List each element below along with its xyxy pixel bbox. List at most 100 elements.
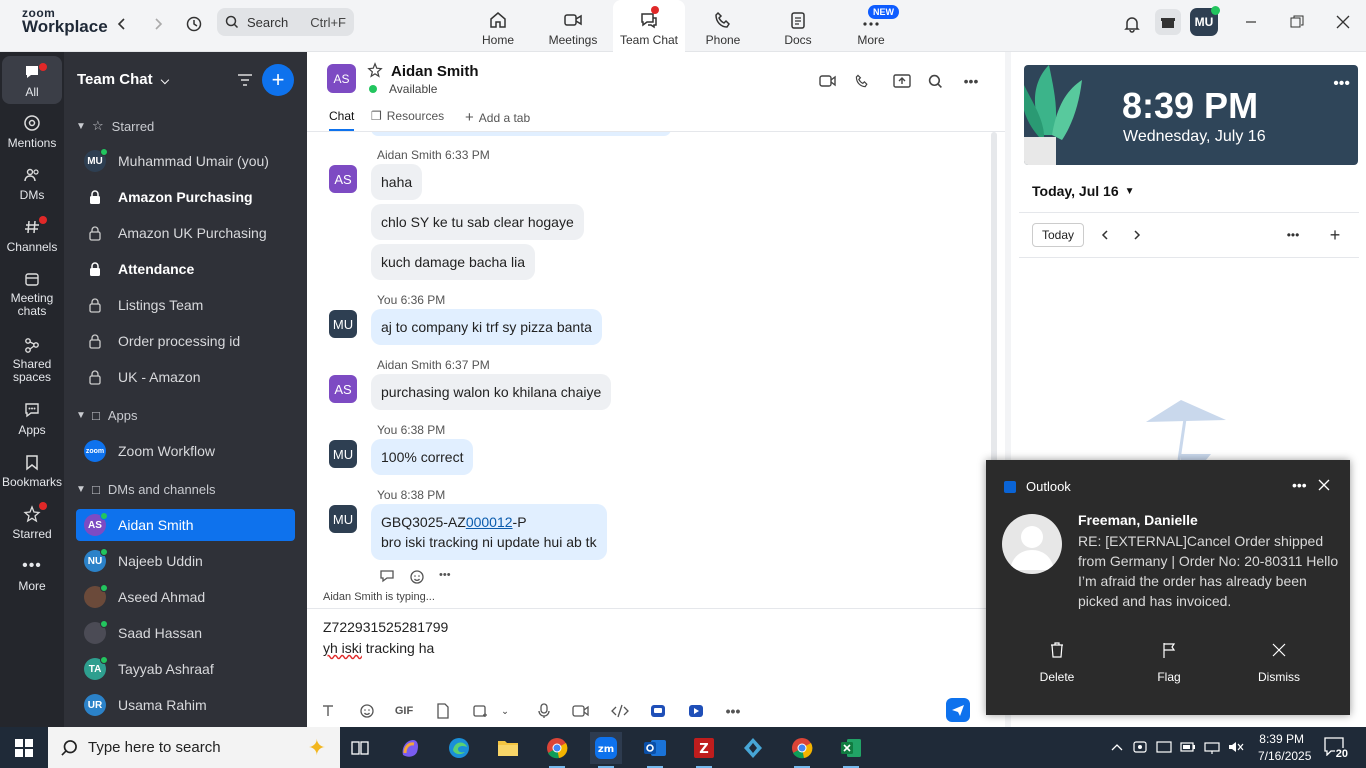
bell-icon[interactable] <box>1120 12 1144 36</box>
file-icon[interactable] <box>433 701 453 721</box>
emoji-icon[interactable] <box>357 701 377 721</box>
rail-apps[interactable]: Apps <box>2 397 62 437</box>
avatar[interactable]: AS <box>329 375 357 403</box>
more-options-icon[interactable]: ••• <box>1333 75 1350 93</box>
video-message-icon[interactable] <box>571 701 591 721</box>
scrollbar-thumb[interactable] <box>991 132 997 472</box>
chrome-icon[interactable] <box>786 732 818 768</box>
emoji-reaction-icon[interactable] <box>409 569 425 585</box>
screenshot-icon[interactable] <box>470 701 490 721</box>
rail-shared-spaces[interactable]: Shared spaces <box>2 332 62 384</box>
sidebar-item-aidan-smith[interactable]: AS Aidan Smith <box>76 509 295 541</box>
chevron-left-icon[interactable] <box>1095 225 1115 245</box>
edge-browser-icon[interactable] <box>443 732 475 764</box>
gift-icon[interactable] <box>1155 9 1181 35</box>
avatar[interactable]: MU <box>329 505 357 533</box>
windows-start-icon[interactable] <box>8 732 40 764</box>
section-dms-and-channels[interactable]: ▼ □ DMs and channels <box>76 473 295 505</box>
more-options-icon[interactable]: ••• <box>1292 477 1307 493</box>
sidebar-item-order-processing-id[interactable]: Order processing id <box>76 325 295 357</box>
sidebar-item-amazon-uk-purchasing[interactable]: Amazon UK Purchasing <box>76 217 295 249</box>
search-bar[interactable]: Search Ctrl+F <box>217 8 354 36</box>
reply-icon[interactable] <box>379 569 395 585</box>
sidebar-item-tayyab-ashraaf[interactable]: TA Tayyab Ashraaf <box>76 653 295 685</box>
history-icon[interactable] <box>182 12 206 36</box>
rail-channels[interactable]: Channels <box>2 214 62 254</box>
close-icon[interactable] <box>1316 477 1332 493</box>
sidebar-item-muhammad-umair[interactable]: MU Muhammad Umair (you) <box>76 145 295 177</box>
code-snippet-icon[interactable] <box>610 701 630 721</box>
copilot-icon[interactable] <box>394 732 426 764</box>
sidebar-item-listings-team[interactable]: Listings Team <box>76 289 295 321</box>
message-composer[interactable]: Z722931525281799 yh iski tracking ha GIF… <box>307 608 1005 727</box>
forward-arrow-icon[interactable] <box>146 12 170 36</box>
chevron-down-icon[interactable]: ⌄ <box>495 701 515 721</box>
more-actions-icon[interactable]: ••• <box>439 569 451 585</box>
close-window-icon[interactable] <box>1328 10 1358 34</box>
tab-resources[interactable]: ❐ Resources <box>371 109 444 123</box>
message-bubble[interactable]: kuch damage bacha lia <box>371 244 535 280</box>
message-bubble[interactable]: chlo SY ke tu sab clear hogaye <box>371 204 584 240</box>
dismiss-button[interactable]: Dismiss <box>1239 638 1319 684</box>
battery-icon[interactable] <box>1179 738 1197 756</box>
gif-button[interactable]: GIF <box>394 701 414 721</box>
sidebar-title[interactable]: Team Chat ⌵ <box>77 71 169 88</box>
excel-icon[interactable] <box>835 732 867 768</box>
speaker-muted-icon[interactable] <box>1227 738 1245 756</box>
section-starred[interactable]: ▼ ☆ Starred <box>76 110 295 142</box>
task-view-icon[interactable] <box>344 732 376 764</box>
rail-meeting-chats[interactable]: Meeting chats <box>2 266 62 318</box>
new-chat-button[interactable]: + <box>262 64 294 96</box>
rail-more[interactable]: ••• More <box>2 553 62 593</box>
more-options-icon[interactable]: ••• <box>1283 225 1303 245</box>
tab-docs[interactable]: Docs <box>762 0 834 52</box>
composer-line[interactable]: yh iski tracking ha <box>323 640 434 656</box>
today-button[interactable]: Today <box>1032 223 1085 247</box>
chevron-up-icon[interactable] <box>1108 738 1126 756</box>
search-icon[interactable] <box>924 70 946 92</box>
video-call-icon[interactable] <box>817 70 839 92</box>
rail-bookmarks[interactable]: Bookmarks <box>2 449 62 489</box>
tab-team-chat[interactable]: Team Chat <box>613 0 685 52</box>
message-bubble[interactable]: haha <box>371 164 423 200</box>
restore-icon[interactable] <box>1282 10 1312 34</box>
taskbar-search[interactable]: Type here to search ✦ <box>48 727 340 768</box>
back-arrow-icon[interactable] <box>110 12 134 36</box>
sidebar-item-najeeb-uddin[interactable]: NU Najeeb Uddin <box>76 545 295 577</box>
tab-meetings[interactable]: Meetings <box>537 0 609 52</box>
rail-dms[interactable]: DMs <box>2 162 62 202</box>
message-bubble[interactable]: purchasing walon ko khilana chaiye <box>371 374 612 410</box>
outlook-icon[interactable] <box>639 732 671 768</box>
system-clock[interactable]: 8:39 PM 7/16/2025 <box>1258 731 1311 765</box>
chrome-icon[interactable] <box>541 732 573 768</box>
avatar[interactable]: MU <box>329 310 357 338</box>
more-options-icon[interactable]: ••• <box>723 701 743 721</box>
sidebar-item-usama-rahim[interactable]: UR Usama Rahim <box>76 689 295 721</box>
filezilla-icon[interactable]: Z <box>688 732 720 768</box>
app-icon[interactable] <box>686 701 706 721</box>
sidebar-item-uk-amazon[interactable]: UK - Amazon <box>76 361 295 393</box>
chevron-right-icon[interactable] <box>1127 225 1147 245</box>
text-format-icon[interactable] <box>318 701 338 721</box>
notification-center-icon[interactable]: 20 <box>1323 736 1349 760</box>
composer-line[interactable]: Z722931525281799 <box>323 619 448 635</box>
app-icon[interactable] <box>648 701 668 721</box>
star-icon[interactable] <box>367 62 383 78</box>
tab-phone[interactable]: Phone <box>687 0 759 52</box>
network-icon[interactable] <box>1203 738 1221 756</box>
avatar[interactable]: AS <box>329 165 357 193</box>
rail-mentions[interactable]: Mentions <box>2 110 62 150</box>
sidebar-item-amazon-purchasing[interactable]: Amazon Purchasing <box>76 181 295 213</box>
filter-icon[interactable] <box>234 69 256 91</box>
camera-icon[interactable] <box>1131 738 1149 756</box>
file-explorer-icon[interactable] <box>492 732 524 764</box>
more-options-icon[interactable]: ••• <box>960 70 982 92</box>
user-avatar[interactable]: MU <box>1190 6 1220 36</box>
message-bubble[interactable]: 100% correct <box>371 439 474 475</box>
microphone-icon[interactable] <box>534 701 554 721</box>
avatar[interactable]: MU <box>329 440 357 468</box>
minimize-icon[interactable] <box>1236 10 1266 34</box>
send-button[interactable] <box>946 698 970 722</box>
zoom-app-icon[interactable]: zm <box>590 732 622 768</box>
rail-all[interactable]: All <box>2 56 62 104</box>
